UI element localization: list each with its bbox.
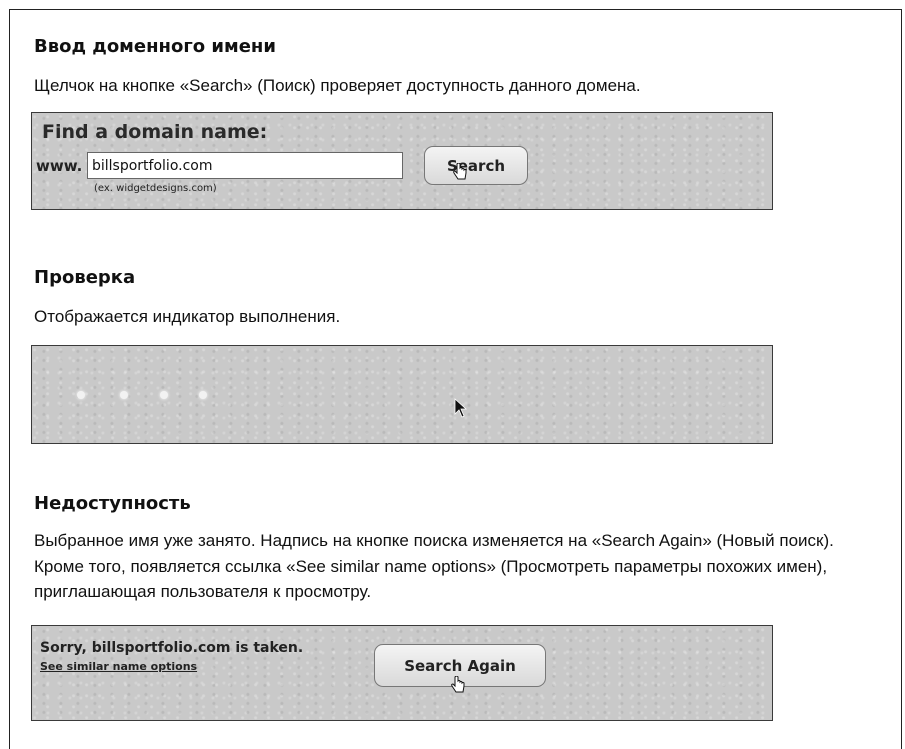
progress-dot (199, 391, 207, 399)
mouse-arrow-icon (454, 398, 468, 418)
section-heading-unavailable: Недоступность (34, 493, 191, 514)
section-heading-checking: Проверка (34, 267, 136, 288)
domain-taken-message: Sorry, billsportfolio.com is taken. (40, 640, 304, 656)
section-text-checking: Отображается индикатор выполнения. (34, 307, 341, 326)
domain-taken-panel: Sorry, billsportfolio.com is taken. See … (31, 625, 773, 721)
progress-panel (31, 345, 773, 444)
section-text-unavailable: Выбранное имя уже занято. Надпись на кно… (34, 531, 834, 601)
see-similar-names-link[interactable]: See similar name options (40, 660, 197, 673)
hand-pointer-icon (451, 676, 465, 693)
hand-pointer-icon (453, 163, 467, 180)
search-again-button-label: Search Again (404, 656, 516, 675)
progress-dot (120, 391, 128, 399)
search-button[interactable]: Search (424, 146, 528, 185)
find-domain-title: Find a domain name: (42, 121, 268, 143)
domain-search-input[interactable] (87, 152, 403, 179)
section-heading-enter-domain: Ввод доменного имени (34, 36, 276, 57)
find-domain-panel: Find a domain name: www. (ex. widgetdesi… (31, 112, 773, 210)
www-prefix: www. (36, 157, 83, 175)
domain-example-hint: (ex. widgetdesigns.com) (94, 183, 217, 194)
section-text-enter-domain: Щелчок на кнопке «Search» (Поиск) провер… (34, 76, 641, 95)
progress-dot (160, 391, 168, 399)
progress-dot (77, 391, 85, 399)
